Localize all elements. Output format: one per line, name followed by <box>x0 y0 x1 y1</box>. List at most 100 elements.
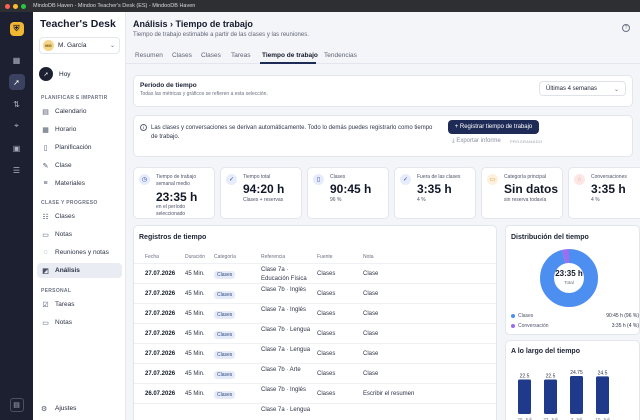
tab-tareas[interactable]: Tareas <box>231 52 251 59</box>
bar-value-label: 22.5 <box>546 374 556 380</box>
gear-icon: ⚙ <box>41 405 48 413</box>
category-tag: Clases <box>214 291 236 299</box>
column-header-fecha: Fecha <box>145 254 159 260</box>
sidebar-item-clase[interactable]: ✎ Clase <box>37 158 122 173</box>
minimize-window-button[interactable] <box>13 3 18 9</box>
table-row[interactable]: 27.07.2026 45 Min. Clases Clase 7b · Lengua… <box>134 323 496 343</box>
time-distribution-card: Distribución del tiempo 23:35 h Total Cl… <box>505 225 640 335</box>
user-name: M. García <box>58 42 87 49</box>
sidebar-item-analisis[interactable]: ◩ Análisis <box>37 263 122 278</box>
chart-title: A lo largo del tiempo <box>511 348 580 355</box>
sidebar-item-label: Planificación <box>55 144 92 151</box>
cell-note: Escribir el resumen <box>363 391 415 397</box>
cell-duration: 45 Min. <box>185 291 205 297</box>
cell-date: 27.07.2026 <box>145 351 176 357</box>
chevron-down-icon: ⌄ <box>613 87 619 93</box>
sidebar-item-horario[interactable]: ▦ Horario <box>37 122 122 137</box>
cell-date: 27.07.2026 <box>145 331 176 337</box>
cell-reference: Clase 7b · Lengua <box>261 327 311 333</box>
cell-note: Clase <box>363 371 379 377</box>
sidebar-item-calendario[interactable]: ▤ Calendario <box>37 104 122 119</box>
sidebar-item-clases[interactable]: ☷ Clases <box>37 209 122 224</box>
user-switcher[interactable]: MG M. García ⌄ <box>39 37 120 54</box>
period-description: Todas las métricas y gráficos se refiere… <box>140 91 268 97</box>
category-tag: Clases <box>214 331 236 339</box>
category-tag: Clases <box>214 351 236 359</box>
section-label-plan: PLANIFICAR E IMPARTIR <box>41 95 108 101</box>
schedule-icon: ▦ <box>42 126 49 134</box>
sliders-icon[interactable]: ☰ <box>9 162 25 178</box>
chevron-down-icon: ⌄ <box>109 43 115 49</box>
legend-value: 3:35 h (4 %) <box>611 323 639 329</box>
cell-source: Clases <box>317 311 336 317</box>
tab-tiempo-de-trabajo[interactable]: Tiempo de trabajo <box>262 52 318 59</box>
sidebar-item-label: Horario <box>55 126 77 133</box>
sidebar-item-home[interactable]: ➚ Hoy <box>39 67 71 81</box>
stat-label: Categoría principal <box>504 174 546 180</box>
table-row[interactable]: 26.07.2026 45 Min. Clases Clase 7b · Inglés… <box>134 383 496 403</box>
bar-1 <box>544 379 557 414</box>
sidebar-item-label: Materiales <box>55 180 85 187</box>
donut-center-label: Total <box>564 280 574 285</box>
stat-sub: 4 % <box>417 197 426 203</box>
table-row[interactable]: 27.07.2026 45 Min. Clases Clase 7b · Inglés… <box>134 283 496 303</box>
note-icon: ▭ <box>42 319 49 327</box>
donut-center-value: 23:35 h <box>555 269 583 278</box>
sort-icon[interactable]: ⇅ <box>9 96 25 112</box>
sidebar-item-label: Clases <box>55 213 75 220</box>
cell-source: Clases <box>317 271 336 277</box>
help-icon[interactable]: ? <box>622 24 630 32</box>
cell-date: 27.07.2026 <box>145 311 176 317</box>
close-window-button[interactable] <box>5 3 10 9</box>
table-row[interactable]: 27.07.2026 45 Min. Clases Clase 7a · Educac… <box>134 263 496 283</box>
table-row[interactable]: 27.07.2026 45 Min. Clases Clase 7a · Inglés… <box>134 303 496 323</box>
period-select[interactable]: Últimas 4 semanas ⌄ <box>539 81 626 96</box>
sidebar-item-reuniones[interactable]: ◌ Reuniones y notas <box>37 245 122 260</box>
stat-card-total: ✓ Tiempo total 94:20 h Clases + reservas <box>220 167 302 219</box>
table-row[interactable]: Clase 7a · Lengua <box>134 403 496 420</box>
table-row[interactable]: 27.07.2026 45 Min. Clases Clase 7a · Lengua… <box>134 343 496 363</box>
maximize-window-button[interactable] <box>21 3 26 9</box>
cell-source: Clases <box>317 351 336 357</box>
sidebar-item-notas[interactable]: ▭ Notas <box>37 227 122 242</box>
cell-source: Clases <box>317 331 336 337</box>
calendar-check-icon[interactable]: ▣ <box>9 140 25 156</box>
notes-icon: ▭ <box>42 231 49 239</box>
sidebar-item-label: Ajustes <box>55 405 77 412</box>
main-content: Análisis › Tiempo de trabajo Tiempo de t… <box>126 12 640 420</box>
active-tab-indicator <box>260 62 316 64</box>
cell-note: Clase <box>363 271 379 277</box>
calendar-icon: ▤ <box>42 108 49 116</box>
tab-clases[interactable]: Clases <box>172 52 192 59</box>
stat-card-outside: ✓ Fuera de las clases 3:35 h 4 % <box>394 167 476 219</box>
bar-3 <box>596 376 609 414</box>
stat-value: 3:35 h <box>417 182 452 196</box>
sidebar-item-materiales[interactable]: ≡ Materiales <box>37 176 122 191</box>
rocket-icon: ➚ <box>39 67 53 81</box>
export-report-button[interactable]: ⤓ Exportar informe <box>452 138 501 145</box>
column-header-fuente: Fuente <box>317 254 333 260</box>
tab-resumen[interactable]: Resumen <box>135 52 163 59</box>
stat-label: Conversaciones <box>591 174 627 180</box>
tab-bar: Resumen Clases Clases Tareas Tiempo de t… <box>126 48 640 64</box>
sidebar-item-planificacion[interactable]: ▯ Planificación <box>37 140 122 155</box>
stat-label: Tiempo total <box>243 174 271 180</box>
stat-label: Tiempo de trabajo semanal medio <box>156 174 197 187</box>
page-title: Análisis › Tiempo de trabajo <box>133 19 253 29</box>
sidebar-item-notas-personal[interactable]: ▭ Notas <box>37 315 122 330</box>
sidebar-item-label: Reuniones y notas <box>55 249 109 256</box>
presentation-icon[interactable]: ▤ <box>9 398 24 412</box>
cell-duration: 45 Min. <box>185 271 205 277</box>
category-tag: Clases <box>214 371 236 379</box>
register-time-button[interactable]: + Registrar tiempo de trabajo <box>448 120 539 134</box>
tab-tendencias[interactable]: Tendencias <box>324 52 357 59</box>
column-header-duracion: Duración <box>185 254 206 260</box>
sidebar-item-tareas[interactable]: ☑ Tareas <box>37 297 122 312</box>
dashboard-icon[interactable]: ▦ <box>9 52 25 68</box>
rocket-icon[interactable]: ➚ <box>8 74 25 90</box>
table-row[interactable]: 27.07.2026 45 Min. Clases Clase 7b · Arte Cl… <box>134 363 496 383</box>
tab-clases-2[interactable]: Clases <box>201 52 221 59</box>
focus-icon[interactable]: ⌖ <box>9 118 25 134</box>
sidebar-item-settings[interactable]: ⚙ Ajustes <box>37 401 122 416</box>
brand-title: Teacher's Desk <box>40 18 116 30</box>
